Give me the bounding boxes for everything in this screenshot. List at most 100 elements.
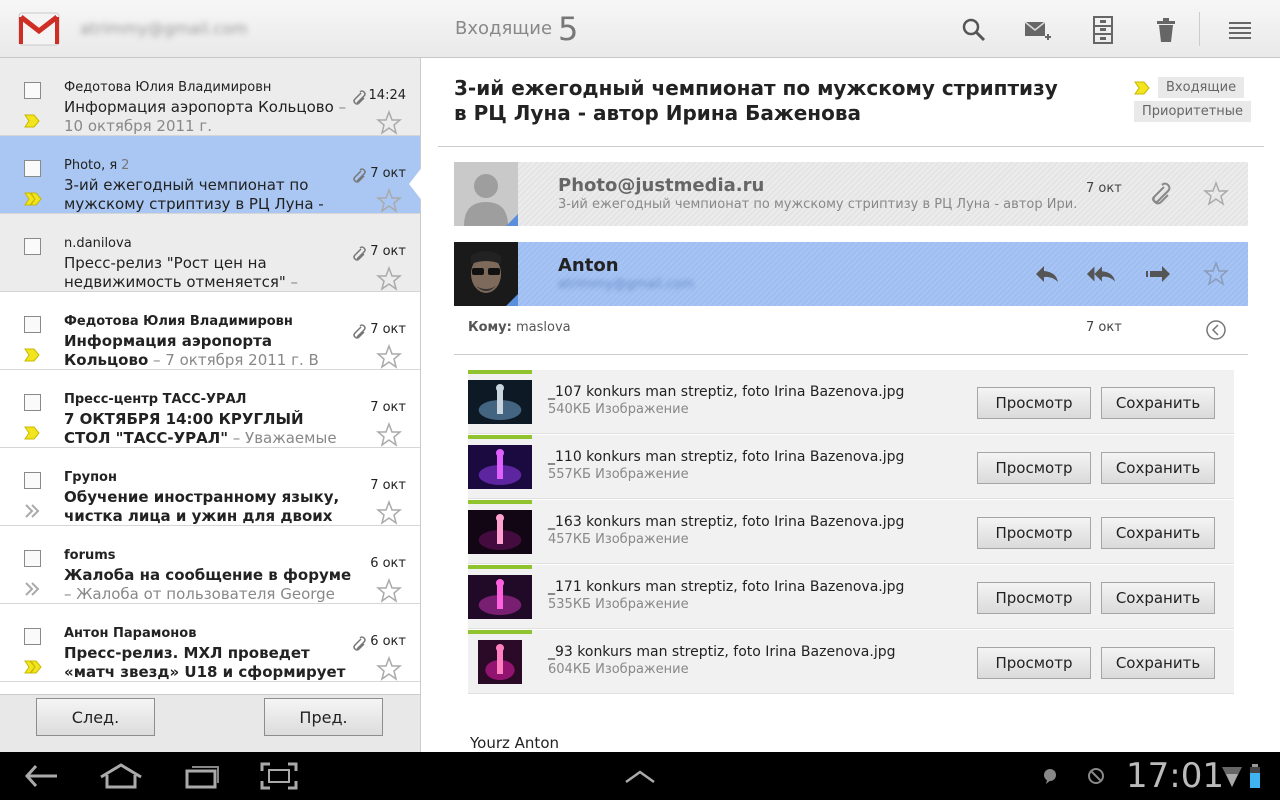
search-icon[interactable] (958, 14, 990, 46)
select-checkbox[interactable] (24, 316, 41, 333)
important-marker-icon[interactable] (24, 347, 40, 362)
subject-text: Пресс-релиз "Рост цен на недвижимость от… (64, 254, 286, 291)
notification-sync-icon[interactable] (1084, 760, 1108, 792)
snippet-text: – (285, 273, 299, 291)
notification-chat-icon[interactable] (1038, 760, 1062, 792)
sender-text: Photo, я (64, 158, 118, 173)
star-icon[interactable] (375, 655, 403, 682)
reply-all-icon[interactable] (1086, 259, 1116, 289)
important-marker-icon[interactable] (24, 113, 40, 128)
conversation-time: 7 окт (370, 244, 406, 259)
important-marker-icon[interactable] (24, 659, 42, 674)
attachment-thumbnail[interactable] (468, 575, 532, 619)
sender-name: Photo@justmedia.ru (558, 175, 765, 196)
attachment-meta: 535КБ Изображение (548, 597, 689, 612)
important-marker-icon[interactable] (1134, 80, 1150, 95)
conversation-sender: Групон (64, 470, 344, 485)
select-checkbox[interactable] (24, 628, 41, 645)
conversation-sender: Антон Парамонов (64, 626, 344, 641)
save-attachment-button[interactable]: Сохранить (1101, 517, 1215, 549)
conversation-row[interactable]: Федотова Юлия Владимировн Информация аэро… (0, 292, 420, 370)
open-message-header[interactable]: Anton atrimmy@gmail.com (454, 242, 1248, 306)
important-marker-icon[interactable] (24, 503, 40, 518)
select-checkbox[interactable] (24, 238, 41, 255)
conversation-sender: forums (64, 548, 344, 563)
details-chevron-icon[interactable] (1201, 315, 1231, 345)
conversation-time: 6 окт (370, 634, 406, 649)
attachment-thumbnail[interactable] (468, 380, 532, 424)
select-checkbox[interactable] (24, 472, 41, 489)
gmail-logo-icon[interactable] (18, 10, 60, 48)
conversation-subject: Пресс-релиз "Рост цен на недвижимость от… (64, 254, 354, 292)
view-attachment-button[interactable]: Просмотр (977, 452, 1091, 484)
star-icon[interactable] (375, 421, 403, 448)
conversation-row[interactable]: Групон Обучение иностранному языку, чистк… (0, 448, 420, 526)
paperclip-icon (1144, 179, 1174, 209)
save-attachment-button[interactable]: Сохранить (1101, 452, 1215, 484)
conversation-row[interactable]: forums Жалоба на сообщение в форуме – Жал… (0, 526, 420, 604)
delete-icon[interactable] (1150, 14, 1182, 46)
conversation-row[interactable]: Photo, я 2 3-ий ежегодный чемпионат по муж… (0, 136, 420, 214)
important-marker-icon[interactable] (24, 269, 40, 283)
screenshot-icon[interactable] (258, 760, 300, 792)
snippet-text: – Жалоба от пользователя George на (64, 585, 335, 603)
label-inbox[interactable]: Входящие (1158, 77, 1245, 98)
label-priority[interactable]: Приоритетные (1134, 101, 1252, 122)
attachment-filename: _93 konkurs man streptiz, foto Irina Baz… (548, 644, 896, 660)
back-icon[interactable] (22, 760, 62, 792)
conversation-time: 7 окт (370, 322, 406, 337)
select-checkbox[interactable] (24, 82, 41, 99)
reply-icon[interactable] (1032, 259, 1062, 289)
prev-button[interactable]: Пред. (264, 698, 383, 736)
star-icon[interactable] (375, 265, 403, 292)
save-attachment-button[interactable]: Сохранить (1101, 582, 1215, 614)
attachment-thumbnail[interactable] (478, 640, 522, 684)
next-button[interactable]: След. (36, 698, 155, 736)
attachment-item: _93 konkurs man streptiz, foto Irina Baz… (468, 630, 1234, 694)
recent-apps-icon[interactable] (182, 760, 222, 792)
conversation-row[interactable]: Пресс-центр ТАСС-УРАЛ 7 ОКТЯБРЯ 14:00 КРУ… (0, 370, 420, 448)
important-marker-icon[interactable] (24, 191, 42, 206)
paperclip-icon (350, 635, 366, 651)
chevron-up-icon[interactable] (620, 760, 660, 792)
paperclip-icon (350, 323, 366, 339)
star-icon[interactable] (1201, 179, 1231, 209)
important-marker-icon[interactable] (24, 425, 40, 440)
attachment-thumbnail[interactable] (468, 445, 532, 489)
save-attachment-button[interactable]: Сохранить (1101, 387, 1215, 419)
select-checkbox[interactable] (24, 160, 41, 177)
view-attachment-button[interactable]: Просмотр (977, 517, 1091, 549)
view-attachment-button[interactable]: Просмотр (977, 647, 1091, 679)
select-checkbox[interactable] (24, 550, 41, 567)
star-icon[interactable] (1201, 259, 1231, 289)
conversation-row[interactable]: n.danilova Пресс-релиз "Рост цен на недви… (0, 214, 420, 292)
save-attachment-button[interactable]: Сохранить (1101, 647, 1215, 679)
collapsed-message-header[interactable]: Photo@justmedia.ru 3-ий ежегодный чемпио… (454, 162, 1248, 226)
conversation-list[interactable]: Федотова Юлия Владимировн Информация аэро… (0, 58, 421, 694)
select-checkbox[interactable] (24, 394, 41, 411)
menu-icon[interactable] (1224, 14, 1256, 46)
account-email[interactable]: atrimmy@gmail.com (80, 19, 247, 38)
star-icon[interactable] (375, 109, 403, 136)
avatar (454, 162, 518, 226)
star-icon[interactable] (375, 343, 403, 370)
system-clock[interactable]: 17:01 (1126, 756, 1224, 796)
view-attachment-button[interactable]: Просмотр (977, 387, 1091, 419)
attachment-thumbnail[interactable] (468, 510, 532, 554)
star-icon[interactable] (375, 577, 403, 604)
forward-icon[interactable] (1144, 259, 1174, 289)
conversation-subject: Обучение иностранному языку, чистка лица… (64, 488, 354, 526)
paperclip-icon (350, 89, 366, 105)
conversation-sender: Пресс-центр ТАСС-УРАЛ (64, 392, 344, 407)
system-navigation-bar: 17:01 (0, 752, 1280, 800)
archive-icon[interactable] (1087, 14, 1119, 46)
message-subject: 3-ий ежегодный чемпионат по мужскому стр… (454, 76, 1058, 125)
star-icon[interactable] (375, 187, 403, 214)
view-attachment-button[interactable]: Просмотр (977, 582, 1091, 614)
star-icon[interactable] (375, 499, 403, 526)
compose-icon[interactable] (1022, 14, 1054, 46)
conversation-row[interactable]: Антон Парамонов Пресс-релиз. МХЛ проведет… (0, 604, 420, 682)
important-marker-icon[interactable] (24, 581, 40, 596)
conversation-row[interactable]: Федотова Юлия Владимировн Информация аэро… (0, 58, 420, 136)
home-icon[interactable] (98, 760, 144, 792)
